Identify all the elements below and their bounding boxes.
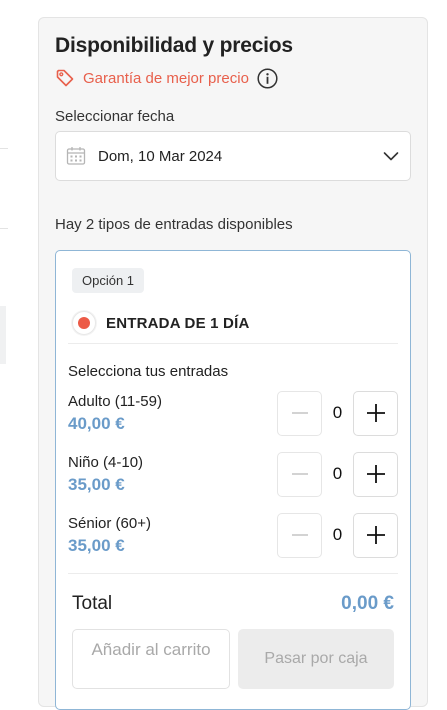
date-select[interactable]: Dom, 10 Mar 2024 [55,131,411,181]
ticket-option-card[interactable]: Opción 1 ENTRADA DE 1 DÍA Selecciona tus… [55,250,411,710]
quantity-value: 0 [332,403,343,422]
date-label: Seleccionar fecha [55,108,175,125]
increase-button[interactable] [353,390,398,436]
add-to-cart-button[interactable]: Añadir al carrito [72,629,230,689]
ticket-price: 40,00 € [68,414,125,433]
option-badge: Opción 1 [72,268,145,293]
ticket-type-radio[interactable] [72,311,96,335]
checkout-button[interactable]: Pasar por caja [238,629,394,689]
ticket-type-option[interactable]: ENTRADA DE 1 DÍA [72,311,250,335]
quantity-value: 0 [332,464,343,483]
quantity-stepper: 0 [277,512,398,558]
decrease-button[interactable] [277,512,322,558]
select-tickets-label: Selecciona tus entradas [68,363,229,380]
left-edge-content [0,0,10,685]
increase-button[interactable] [353,451,398,497]
price-tag-icon [55,68,75,88]
quantity-stepper: 0 [277,390,398,436]
best-price-guarantee: Garantía de mejor precio [55,67,278,89]
available-ticket-types-text: Hay 2 tipos de entradas disponibles [55,216,293,233]
minus-icon [291,473,308,475]
ticket-name: Sénior (60+) [68,515,151,532]
divider [68,573,398,574]
left-divider [0,148,8,149]
calendar-icon [66,146,86,166]
increase-button[interactable] [353,512,398,558]
ticket-price: 35,00 € [68,475,125,494]
left-block [0,306,6,364]
minus-icon [291,412,308,414]
ticket-price: 35,00 € [68,536,125,555]
plus-icon [366,404,385,422]
ticket-row-senior: Sénior (60+) 35,00 € 0 [68,512,398,558]
plus-icon [366,465,385,483]
info-icon[interactable] [257,67,278,89]
ticket-row-adult: Adulto (11-59) 40,00 € 0 [68,390,398,436]
quantity-stepper: 0 [277,451,398,497]
ticket-type-label: ENTRADA DE 1 DÍA [106,314,250,332]
radio-selected-dot [78,317,90,329]
chevron-down-icon[interactable] [382,147,400,165]
left-divider [0,228,8,229]
ticket-row-child: Niño (4-10) 35,00 € 0 [68,451,398,497]
minus-icon [291,534,308,536]
availability-panel: Disponibilidad y precios Garantía de mej… [38,17,428,710]
quantity-value: 0 [332,525,343,544]
decrease-button[interactable] [277,451,322,497]
guarantee-text[interactable]: Garantía de mejor precio [83,70,249,87]
total-value: 0,00 € [341,593,394,614]
ticket-name: Niño (4-10) [68,454,144,471]
total-label: Total [72,593,113,614]
divider [68,343,398,344]
date-value: Dom, 10 Mar 2024 [98,147,223,165]
ticket-name: Adulto (11-59) [68,393,162,410]
plus-icon [366,526,385,544]
decrease-button[interactable] [277,390,322,436]
panel-title: Disponibilidad y precios [55,34,293,57]
